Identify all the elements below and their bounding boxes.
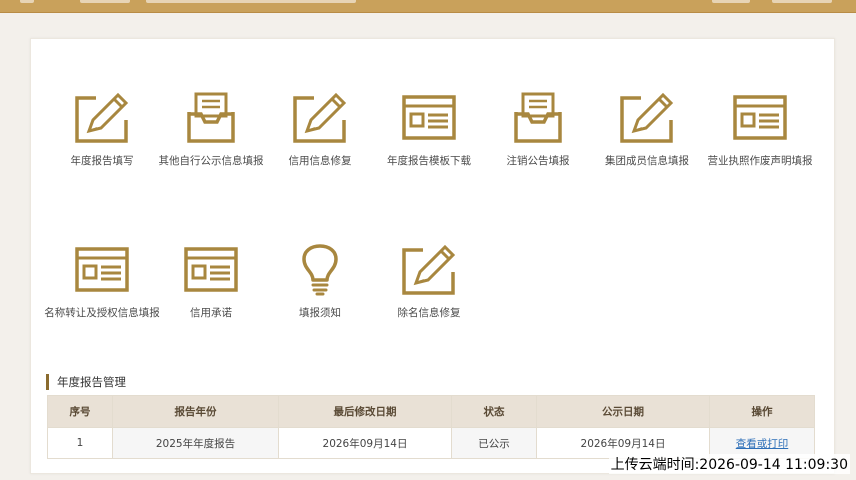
tile-label: 信用信息修复 [288, 155, 352, 167]
pencil-edit-icon [293, 92, 347, 143]
tile-removal-repair[interactable]: 除名信息修复 [369, 244, 489, 320]
lightbulb-icon [302, 244, 338, 296]
col-header: 公示日期 [536, 395, 710, 428]
tile-credit-repair[interactable]: 信用信息修复 [260, 92, 380, 168]
upload-timestamp: 上传云端时间:2026-09-14 11:09:30 [608, 454, 850, 474]
col-header: 序号 [47, 395, 113, 428]
top-nav-bar [0, 0, 856, 13]
tile-annual-report-fill[interactable]: 年度报告填写 [42, 92, 162, 168]
tile-label: 年度报告模板下载 [387, 155, 471, 167]
tile-label: 其他自行公示信息填报 [158, 155, 264, 167]
nav-item-blurred[interactable] [712, 0, 750, 3]
tile-filing-instructions[interactable]: 填报须知 [260, 244, 380, 320]
tile-label: 名称转让及授权信息填报 [44, 307, 160, 319]
form-window-icon [75, 247, 129, 292]
nav-item-blurred[interactable] [80, 0, 130, 3]
nav-item-blurred[interactable] [772, 0, 832, 3]
section-title: 年度报告管理 [46, 374, 126, 390]
tile-label: 信用承诺 [190, 307, 232, 319]
cell-last-modified: 2026年09月14日 [278, 427, 452, 459]
view-or-print-link[interactable]: 查看或打印 [736, 438, 789, 450]
tile-report-template-download[interactable]: 年度报告模板下载 [369, 92, 489, 168]
pencil-edit-icon [402, 244, 456, 295]
tile-name-transfer[interactable]: 名称转让及授权信息填报 [42, 244, 162, 320]
col-header: 最后修改日期 [278, 395, 452, 428]
col-header: 报告年份 [112, 395, 279, 428]
tile-credit-commitment[interactable]: 信用承诺 [151, 244, 271, 320]
pencil-edit-icon [75, 92, 129, 143]
tile-license-void-statement[interactable]: 营业执照作废声明填报 [696, 92, 824, 168]
inbox-tray-icon [514, 92, 562, 143]
col-header: 状态 [451, 395, 537, 428]
cell-index: 1 [47, 427, 113, 459]
tile-label: 注销公告填报 [506, 155, 570, 167]
tile-label: 除名信息修复 [397, 307, 461, 319]
tile-label: 集团成员信息填报 [605, 155, 689, 167]
tile-group-members[interactable]: 集团成员信息填报 [587, 92, 707, 168]
col-header: 操作 [709, 395, 815, 428]
refresh-icon[interactable] [20, 0, 34, 3]
tile-other-self-disclosure[interactable]: 其他自行公示信息填报 [151, 92, 271, 168]
cell-report-year: 2025年年度报告 [112, 427, 279, 459]
inbox-tray-icon [187, 92, 235, 143]
tile-label: 填报须知 [299, 307, 341, 319]
nav-item-blurred[interactable] [146, 0, 356, 3]
annual-report-table: 序号 报告年份 最后修改日期 状态 公示日期 操作 1 2025年年度报告 20… [47, 395, 815, 459]
form-window-icon [733, 95, 787, 140]
form-window-icon [402, 95, 456, 140]
tile-label: 营业执照作废声明填报 [707, 155, 813, 167]
table-header-row: 序号 报告年份 最后修改日期 状态 公示日期 操作 [47, 395, 815, 428]
pencil-edit-icon [620, 92, 674, 143]
tile-deregistration-notice[interactable]: 注销公告填报 [478, 92, 598, 168]
tile-label: 年度报告填写 [70, 155, 134, 167]
cell-status: 已公示 [451, 427, 537, 459]
form-window-icon [184, 247, 238, 292]
